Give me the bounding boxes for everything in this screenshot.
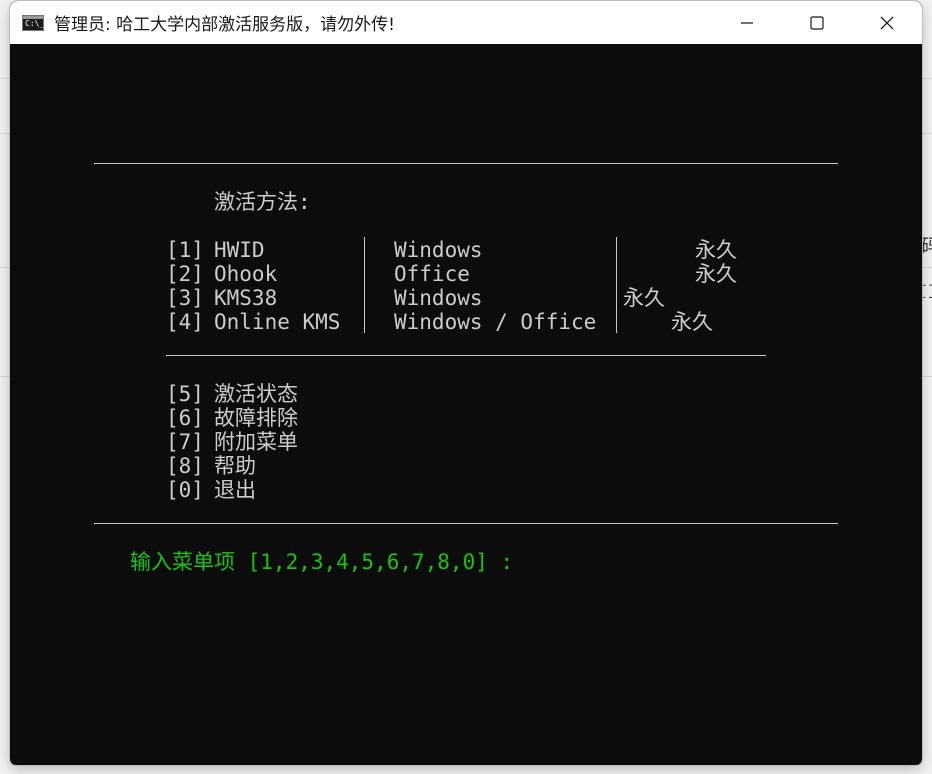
minimize-icon [741,21,753,24]
menu-label: 附加菜单 [214,430,298,454]
menu-label: 帮助 [214,454,256,478]
method-key: [1] [166,238,204,262]
maximize-button[interactable] [782,1,852,44]
menu-prompt[interactable]: 输入菜单项 [1,2,3,4,5,6,7,8,0] : [130,550,513,574]
column-separator [616,237,617,333]
method-name: Ohook [214,262,278,286]
background-expand-icon[interactable]: ⛶ [921,282,932,303]
console-window: C:\_ 管理员: 哈工大学内部激活服务版，请勿外传! 激活方法: [1] HW… [10,1,922,765]
menu-label: 激活状态 [214,382,298,406]
close-button[interactable] [852,1,922,44]
column-separator [364,237,365,333]
cmd-icon: C:\_ [22,14,44,31]
method-target: Windows [394,238,483,262]
method-target: Office [394,262,470,286]
method-duration: 永久 [695,262,737,286]
method-duration: 永久 [623,286,665,310]
section-title: 激活方法: [214,190,311,214]
method-name: HWID [214,238,265,262]
window-title: 管理员: 哈工大学内部激活服务版，请勿外传! [54,15,395,35]
desktop: 码 ⛶ C:\_ 管理员: 哈工大学内部激活服务版，请勿外传! 激活方法: [1… [0,0,932,774]
menu-key: [8] [166,454,204,478]
method-target: Windows [394,286,483,310]
menu-key: [7] [166,430,204,454]
minimize-button[interactable] [712,1,782,44]
divider-middle [166,355,766,356]
background-text-fragment: 码 [921,236,932,257]
menu-key: [0] [166,478,204,502]
method-name: Online KMS [214,310,341,334]
divider-bottom [94,523,838,524]
method-key: [2] [166,262,204,286]
maximize-icon [810,15,824,30]
menu-key: [6] [166,406,204,430]
menu-label: 退出 [214,478,256,502]
method-key: [3] [166,286,204,310]
method-target: Windows / Office [394,310,597,334]
menu-key: [5] [166,382,204,406]
divider-top [94,163,838,164]
method-duration: 永久 [671,310,713,334]
title-bar[interactable]: C:\_ 管理员: 哈工大学内部激活服务版，请勿外传! [10,1,922,44]
window-controls [712,1,922,44]
console-output[interactable]: 激活方法: [1] HWID Windows 永久 [2] Ohook Offi… [10,44,922,765]
close-icon [880,16,894,29]
method-duration: 永久 [695,238,737,262]
method-key: [4] [166,310,204,334]
method-name: KMS38 [214,286,278,310]
menu-label: 故障排除 [214,406,298,430]
